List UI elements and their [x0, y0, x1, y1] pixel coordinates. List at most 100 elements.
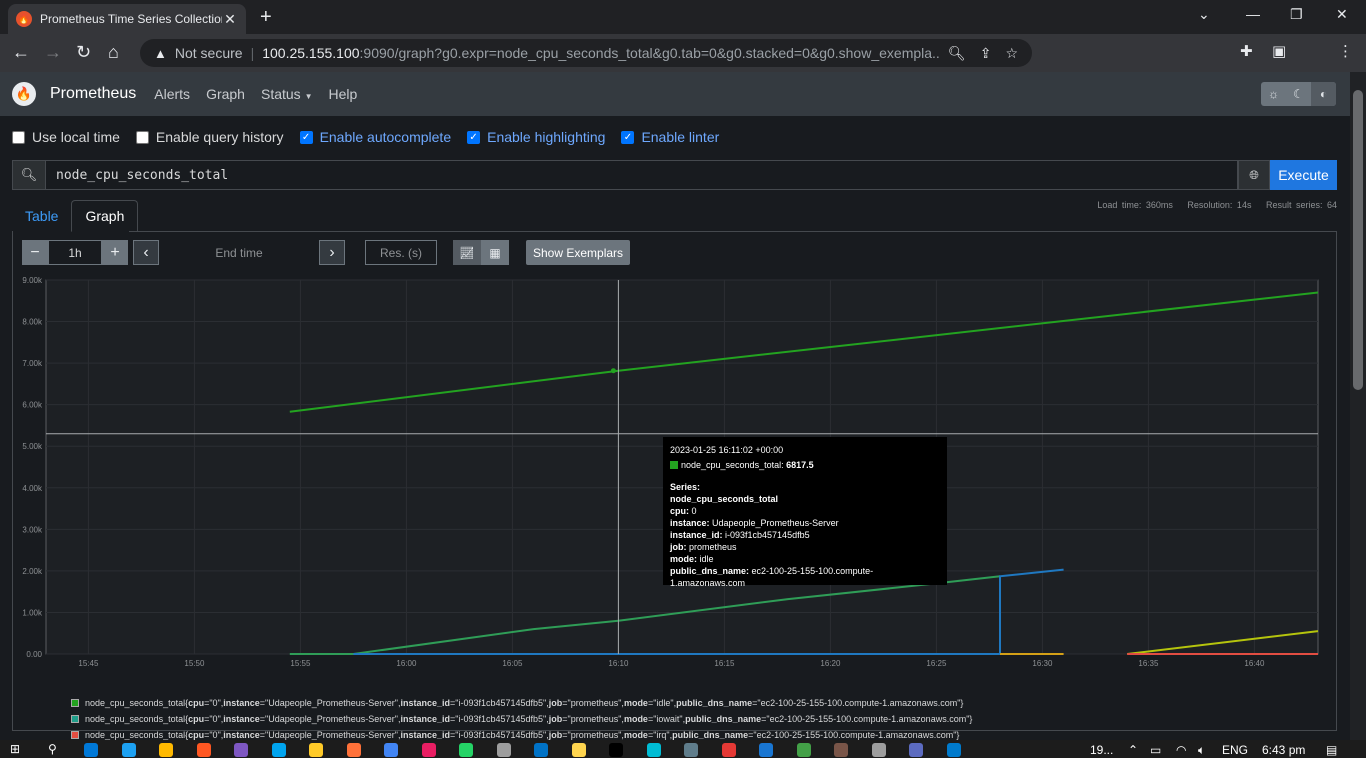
tooltip-series-name: node_cpu_seconds_total: [670, 494, 779, 504]
increase-range-button[interactable]: +: [102, 240, 128, 265]
tooltip-label-key: instance_id:: [670, 530, 723, 540]
use-local-time-checkbox[interactable]: [12, 130, 25, 144]
nav-graph[interactable]: Graph: [206, 86, 245, 102]
taskbar-app-icon[interactable]: [121, 743, 136, 757]
nav-help[interactable]: Help: [329, 86, 358, 102]
home-icon[interactable]: ⌂: [108, 42, 119, 63]
linter-option[interactable]: ✓ Enable linter: [621, 129, 719, 145]
taskbar-app-icon[interactable]: [759, 743, 773, 757]
show-exemplars-button[interactable]: Show Exemplars: [526, 240, 631, 265]
share-icon[interactable]: ⇪: [980, 45, 992, 62]
autocomplete-option[interactable]: ✓ Enable autocomplete: [299, 129, 451, 145]
auto-theme-icon[interactable]: ◐: [1311, 82, 1336, 106]
taskbar-app-icon[interactable]: [496, 743, 511, 757]
taskbar-app-icon[interactable]: [346, 743, 361, 757]
zoom-icon[interactable]: 🔍︎: [948, 45, 966, 62]
clock[interactable]: 6:43 pm: [1262, 743, 1305, 757]
tab-table[interactable]: Table: [12, 200, 71, 232]
nav-status[interactable]: Status ▼: [261, 86, 313, 102]
autocomplete-checkbox[interactable]: ✓: [299, 130, 313, 144]
query-history-option[interactable]: Enable query history: [135, 129, 284, 145]
tab-search-icon[interactable]: ⌄: [1198, 6, 1210, 23]
use-local-time-option[interactable]: Use local time: [12, 129, 120, 145]
taskbar-app-icon[interactable]: [571, 743, 586, 757]
linter-checkbox[interactable]: ✓: [621, 130, 635, 144]
reload-icon[interactable]: ↻: [76, 42, 91, 63]
tooltip-label-row: job: prometheus: [670, 541, 940, 553]
taskbar-app-icon[interactable]: [684, 743, 698, 757]
prometheus-logo-icon[interactable]: 🔥: [12, 82, 36, 106]
wifi-icon[interactable]: ◠: [1176, 743, 1186, 757]
taskbar-app-icon[interactable]: [196, 743, 211, 757]
browser-tab[interactable]: 🔥 Prometheus Time Series Collection ✕: [8, 4, 246, 34]
highlighting-option[interactable]: ✓ Enable highlighting: [467, 129, 605, 145]
decrease-range-button[interactable]: −: [22, 240, 48, 265]
taskbar-app-icon[interactable]: [909, 743, 923, 757]
taskbar-app-icon[interactable]: [459, 743, 473, 757]
expression-input[interactable]: node_cpu_seconds_total: [46, 160, 1238, 190]
windows-start-icon[interactable]: ⊞: [10, 742, 20, 756]
bookmark-star-icon[interactable]: ☆: [1005, 45, 1018, 62]
weather[interactable]: 19...: [1090, 743, 1113, 757]
line-chart-icon[interactable]: 📈︎: [453, 240, 481, 265]
page-scrollbar[interactable]: [1350, 72, 1366, 740]
battery-icon[interactable]: ▭: [1150, 743, 1161, 757]
warning-icon[interactable]: ▲: [154, 46, 167, 61]
taskbar-app-icon[interactable]: [384, 743, 398, 757]
taskbar-search-icon[interactable]: ⚲: [48, 742, 57, 756]
browser-menu-icon[interactable]: ⋮: [1338, 42, 1353, 60]
taskbar-app-icon[interactable]: [534, 743, 548, 757]
taskbar-app-icon[interactable]: [309, 743, 323, 757]
taskbar-app-icon[interactable]: [84, 743, 98, 757]
volume-icon[interactable]: 🔈︎: [1198, 743, 1205, 758]
taskbar-app-icon[interactable]: [946, 743, 961, 757]
query-history-checkbox[interactable]: [135, 130, 149, 144]
light-theme-icon[interactable]: ☼: [1261, 82, 1286, 106]
forward-icon[interactable]: →: [44, 42, 62, 63]
taskbar-app-icon[interactable]: [421, 743, 436, 757]
taskbar-app-icon[interactable]: [721, 743, 736, 757]
graph-legend: node_cpu_seconds_total{cpu="0", instance…: [71, 695, 972, 743]
range-input[interactable]: 1h: [48, 240, 102, 265]
minimize-icon[interactable]: —: [1246, 6, 1260, 22]
taskbar-app-icon[interactable]: [271, 743, 286, 757]
extensions-puzzle-icon[interactable]: ✚: [1240, 42, 1253, 60]
legend-item[interactable]: node_cpu_seconds_total{cpu="0", instance…: [71, 695, 972, 711]
next-time-button[interactable]: ›: [319, 240, 345, 265]
taskbar-app-icon[interactable]: [646, 743, 661, 757]
back-icon[interactable]: ←: [12, 42, 30, 63]
sidepanel-icon[interactable]: ▣: [1272, 42, 1286, 60]
new-tab-icon[interactable]: +: [260, 6, 272, 29]
caret-down-icon: ▼: [304, 92, 313, 101]
metrics-explorer-icon[interactable]: 🌐︎: [1238, 160, 1270, 190]
resolution-input[interactable]: Res. (s): [365, 240, 437, 265]
security-label[interactable]: Not secure: [175, 45, 243, 61]
nav-alerts[interactable]: Alerts: [154, 86, 190, 102]
stacked-chart-icon[interactable]: ▦: [481, 240, 509, 265]
scrollbar-thumb[interactable]: [1353, 90, 1363, 390]
resolution-control: Res. (s): [365, 240, 437, 265]
taskbar-app-icon[interactable]: [609, 743, 623, 757]
taskbar-app-icon[interactable]: [159, 743, 173, 757]
end-time-input[interactable]: End time: [159, 240, 319, 265]
taskbar-app-icon[interactable]: [834, 743, 848, 757]
highlighting-label: Enable highlighting: [487, 129, 606, 145]
tooltip-labels: cpu: 0 instance: Udapeople_Prometheus-Ser…: [670, 505, 940, 589]
address-bar[interactable]: ▲ Not secure | 100.25.155.100 :9090/grap…: [140, 39, 1032, 67]
language-indicator[interactable]: ENG: [1222, 743, 1248, 757]
tray-chevron-icon[interactable]: ⌃: [1128, 743, 1138, 757]
previous-time-button[interactable]: ‹: [133, 240, 159, 265]
brand[interactable]: Prometheus: [50, 85, 136, 103]
taskbar-app-icon[interactable]: [234, 743, 248, 757]
execute-button[interactable]: Execute: [1270, 160, 1337, 190]
notifications-icon[interactable]: ▤: [1326, 743, 1337, 757]
taskbar-app-icon[interactable]: [796, 743, 811, 757]
tab-graph[interactable]: Graph: [71, 200, 139, 232]
tab-close-icon[interactable]: ✕: [222, 11, 238, 28]
highlighting-checkbox[interactable]: ✓: [467, 130, 481, 144]
legend-item[interactable]: node_cpu_seconds_total{cpu="0", instance…: [71, 711, 972, 727]
close-window-icon[interactable]: ✕: [1336, 6, 1348, 23]
taskbar-app-icon[interactable]: [871, 743, 886, 757]
restore-icon[interactable]: ❐: [1290, 6, 1303, 23]
dark-theme-icon[interactable]: ☾: [1286, 82, 1311, 106]
